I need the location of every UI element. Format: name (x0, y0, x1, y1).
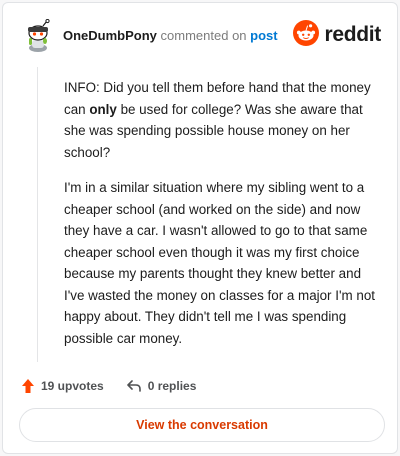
reddit-brand[interactable]: reddit (293, 19, 381, 51)
reply-button[interactable]: 0 replies (126, 379, 197, 393)
commented-on-text: commented on (160, 28, 247, 43)
view-conversation-button[interactable]: View the conversation (19, 408, 385, 442)
username-link[interactable]: OneDumbPony (63, 28, 157, 43)
comment-card: OneDumbPony commented on post reddit INF… (2, 2, 398, 454)
upvote-arrow-icon (22, 379, 34, 393)
comment-body: INFO: Did you tell them before hand that… (64, 77, 382, 363)
reddit-logo-icon (293, 19, 320, 51)
upvote-count: 19 upvotes (41, 379, 104, 393)
comment-paragraph: I'm in a similar situation where my sibl… (64, 180, 376, 346)
comment-bold-text: only (89, 101, 117, 117)
reply-arrow-icon (126, 380, 141, 392)
comment-header: OneDumbPony commented on post reddit (19, 17, 383, 53)
post-link[interactable]: post (250, 28, 277, 43)
comment-byline: OneDumbPony commented on post (63, 28, 278, 43)
comment-actions: 19 upvotes 0 replies (21, 376, 196, 396)
upvote-button[interactable]: 19 upvotes (21, 378, 104, 394)
snoo-avatar-icon[interactable] (23, 18, 53, 53)
comment-paragraph: INFO: Did you tell them before hand that… (64, 77, 382, 163)
reddit-wordmark: reddit (324, 23, 381, 46)
thread-line (37, 67, 38, 362)
reply-count: 0 replies (147, 379, 197, 393)
